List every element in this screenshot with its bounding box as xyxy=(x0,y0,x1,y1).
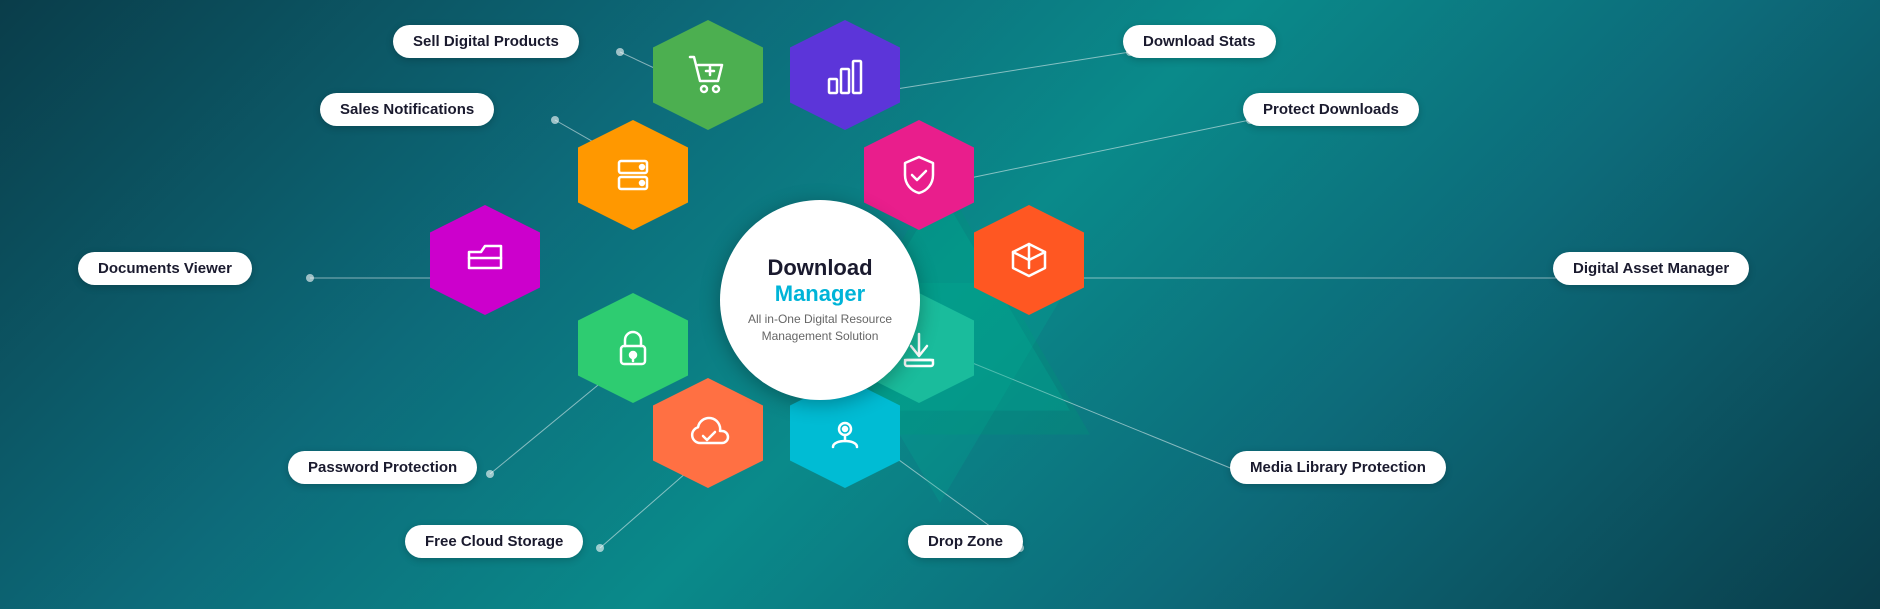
center-title-black: Download xyxy=(767,255,872,280)
center-subtitle: All in-One Digital Resource Management S… xyxy=(720,311,920,345)
label-protect-dl: Protect Downloads xyxy=(1243,93,1419,126)
center-title-blue: Manager xyxy=(775,281,865,306)
label-download-stats: Download Stats xyxy=(1123,25,1276,58)
cloud-icon xyxy=(684,409,732,457)
label-sell-digital: Sell Digital Products xyxy=(393,25,579,58)
shield-icon xyxy=(895,151,943,199)
dropzone-icon xyxy=(821,409,869,457)
hex-shield xyxy=(864,120,974,230)
label-sales-notif: Sales Notifications xyxy=(320,93,494,126)
stats-icon xyxy=(821,51,869,99)
label-digital-asset: Digital Asset Manager xyxy=(1553,252,1749,285)
center-card: Download Manager All in-One Digital Reso… xyxy=(720,200,920,400)
box-icon xyxy=(1005,236,1053,284)
folder-icon xyxy=(461,236,509,284)
label-drop-zone: Drop Zone xyxy=(908,525,1023,558)
hex-storage xyxy=(578,120,688,230)
hex-cloud xyxy=(653,378,763,488)
hex-stats xyxy=(790,20,900,130)
hex-box xyxy=(974,205,1084,315)
label-password-prot: Password Protection xyxy=(288,451,477,484)
storage-icon xyxy=(609,151,657,199)
main-background: Download Manager All in-One Digital Reso… xyxy=(0,0,1880,609)
center-title: Download Manager xyxy=(720,255,920,307)
label-free-cloud: Free Cloud Storage xyxy=(405,525,583,558)
label-docs-viewer: Documents Viewer xyxy=(78,252,252,285)
hex-cart xyxy=(653,20,763,130)
cart-icon xyxy=(684,51,732,99)
hex-folder xyxy=(430,205,540,315)
label-media-lib: Media Library Protection xyxy=(1230,451,1446,484)
lock-icon xyxy=(609,324,657,372)
